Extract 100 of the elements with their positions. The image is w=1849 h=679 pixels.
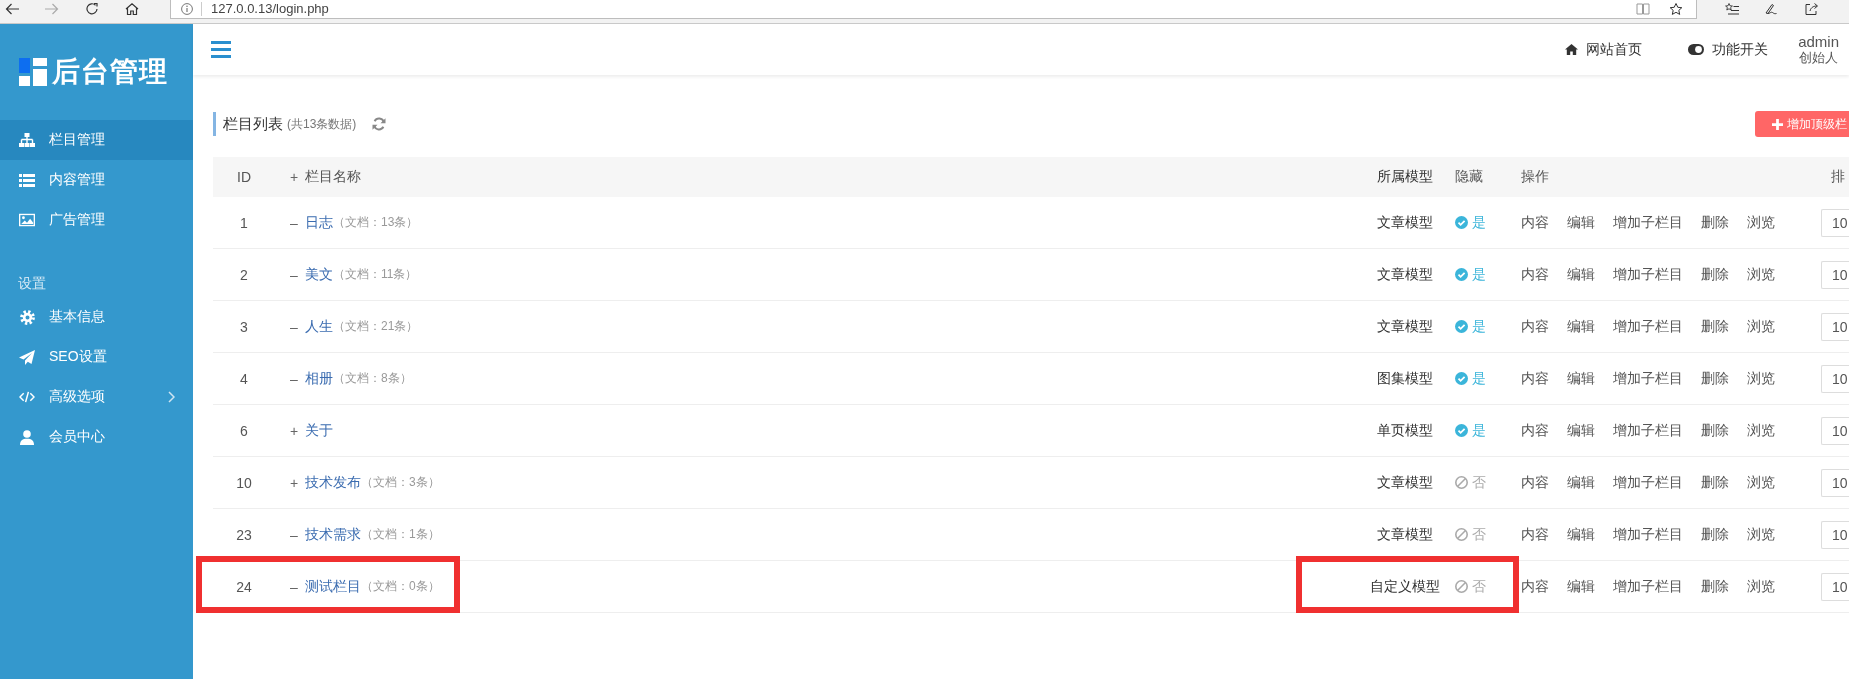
- user-name[interactable]: admin: [1798, 33, 1839, 50]
- action-link[interactable]: 增加子栏目: [1613, 473, 1683, 492]
- model-name: 文章模型: [1377, 213, 1433, 230]
- sort-input[interactable]: 10: [1821, 260, 1849, 289]
- action-link[interactable]: 编辑: [1567, 265, 1595, 284]
- plus-icon: [1772, 118, 1783, 130]
- nav-item[interactable]: 栏目管理: [0, 120, 193, 160]
- address-bar[interactable]: 127.0.0.13/login.php: [170, 0, 1697, 19]
- book-icon[interactable]: [1636, 3, 1650, 15]
- sort-input[interactable]: 10: [1821, 572, 1849, 601]
- category-link[interactable]: 相册: [305, 369, 333, 388]
- model-name: 文章模型: [1377, 473, 1433, 490]
- sort-input[interactable]: 10: [1821, 364, 1849, 393]
- category-link[interactable]: 技术需求: [305, 525, 361, 544]
- model-name: 图集模型: [1377, 369, 1433, 386]
- action-link[interactable]: 增加子栏目: [1613, 317, 1683, 336]
- expand-toggle[interactable]: +: [290, 474, 301, 491]
- category-id: 2: [240, 266, 248, 283]
- category-link[interactable]: 测试栏目: [305, 577, 361, 596]
- category-id: 1: [240, 214, 248, 231]
- action-link[interactable]: 删除: [1701, 473, 1729, 492]
- column-heading: 隐藏: [1455, 168, 1483, 186]
- model-name: 文章模型: [1377, 525, 1433, 542]
- action-link[interactable]: 增加子栏目: [1613, 213, 1683, 232]
- action-link[interactable]: 浏览: [1747, 369, 1775, 388]
- action-link[interactable]: 内容: [1521, 317, 1549, 336]
- action-link[interactable]: 内容: [1521, 213, 1549, 232]
- home-icon: [1565, 44, 1579, 55]
- action-link[interactable]: 删除: [1701, 265, 1729, 284]
- action-link[interactable]: 内容: [1521, 473, 1549, 492]
- action-link[interactable]: 增加子栏目: [1613, 265, 1683, 284]
- menu-icon[interactable]: [211, 41, 231, 58]
- expand-toggle[interactable]: –: [290, 266, 301, 283]
- star-icon[interactable]: [1669, 3, 1683, 15]
- share-icon[interactable]: [1805, 3, 1819, 15]
- category-link[interactable]: 技术发布: [305, 473, 361, 492]
- user-icon: [20, 429, 34, 445]
- star-list-icon[interactable]: [1725, 3, 1739, 15]
- column-heading: 排: [1831, 168, 1845, 184]
- action-link[interactable]: 删除: [1701, 421, 1729, 440]
- action-link[interactable]: 浏览: [1747, 421, 1775, 440]
- action-link[interactable]: 编辑: [1567, 369, 1595, 388]
- expand-toggle[interactable]: –: [290, 526, 301, 543]
- sort-input[interactable]: 10: [1821, 312, 1849, 341]
- section-heading: 设置: [18, 274, 46, 293]
- sort-input[interactable]: 10: [1821, 416, 1849, 445]
- category-link[interactable]: 美文: [305, 265, 333, 284]
- refresh-icon[interactable]: [85, 3, 99, 15]
- action-link[interactable]: 浏览: [1747, 525, 1775, 544]
- action-link[interactable]: 编辑: [1567, 577, 1595, 596]
- category-id: 24: [236, 578, 252, 595]
- action-link[interactable]: 内容: [1521, 525, 1549, 544]
- action-link[interactable]: 编辑: [1567, 213, 1595, 232]
- action-link[interactable]: 浏览: [1747, 213, 1775, 232]
- action-link[interactable]: 增加子栏目: [1613, 525, 1683, 544]
- action-link[interactable]: 内容: [1521, 421, 1549, 440]
- model-name: 自定义模型: [1370, 577, 1440, 594]
- expand-toggle[interactable]: –: [290, 370, 301, 387]
- doc-count: （文档：8条）: [333, 370, 412, 387]
- action-link[interactable]: 浏览: [1747, 473, 1775, 492]
- logo-text: 后台管理: [52, 58, 168, 86]
- action-link[interactable]: 删除: [1701, 317, 1729, 336]
- action-link[interactable]: 浏览: [1747, 577, 1775, 596]
- action-link[interactable]: 增加子栏目: [1613, 369, 1683, 388]
- expand-toggle[interactable]: +: [290, 169, 301, 185]
- category-link[interactable]: 关于: [305, 421, 333, 440]
- action-link[interactable]: 内容: [1521, 369, 1549, 388]
- action-link[interactable]: 删除: [1701, 369, 1729, 388]
- action-link[interactable]: 编辑: [1567, 421, 1595, 440]
- pen-icon[interactable]: [1765, 3, 1779, 15]
- header-link[interactable]: 功能开关: [1688, 40, 1769, 59]
- action-link[interactable]: 内容: [1521, 265, 1549, 284]
- back-arrow-icon[interactable]: [5, 3, 19, 15]
- action-link[interactable]: 编辑: [1567, 317, 1595, 336]
- column-heading: 所属模型: [1377, 168, 1433, 184]
- action-link[interactable]: 增加子栏目: [1613, 421, 1683, 440]
- category-link[interactable]: 日志: [305, 213, 333, 232]
- sort-input[interactable]: 10: [1821, 208, 1849, 237]
- category-id: 23: [236, 526, 252, 543]
- action-link[interactable]: 编辑: [1567, 473, 1595, 492]
- expand-toggle[interactable]: –: [290, 578, 301, 595]
- action-link[interactable]: 浏览: [1747, 317, 1775, 336]
- action-link[interactable]: 删除: [1701, 577, 1729, 596]
- action-link[interactable]: 浏览: [1747, 265, 1775, 284]
- home-icon[interactable]: [125, 3, 139, 15]
- action-link[interactable]: 增加子栏目: [1613, 577, 1683, 596]
- doc-count: （文档：1条）: [361, 526, 440, 543]
- expand-toggle[interactable]: –: [290, 214, 301, 231]
- action-link[interactable]: 编辑: [1567, 525, 1595, 544]
- expand-toggle[interactable]: +: [290, 422, 301, 439]
- sort-input[interactable]: 10: [1821, 520, 1849, 549]
- model-name: 文章模型: [1377, 265, 1433, 282]
- expand-toggle[interactable]: –: [290, 318, 301, 335]
- sort-input[interactable]: 10: [1821, 468, 1849, 497]
- action-link[interactable]: 内容: [1521, 577, 1549, 596]
- info-icon: [181, 3, 193, 15]
- category-link[interactable]: 人生: [305, 317, 333, 336]
- header-link[interactable]: 网站首页: [1565, 40, 1643, 59]
- action-link[interactable]: 删除: [1701, 213, 1729, 232]
- action-link[interactable]: 删除: [1701, 525, 1729, 544]
